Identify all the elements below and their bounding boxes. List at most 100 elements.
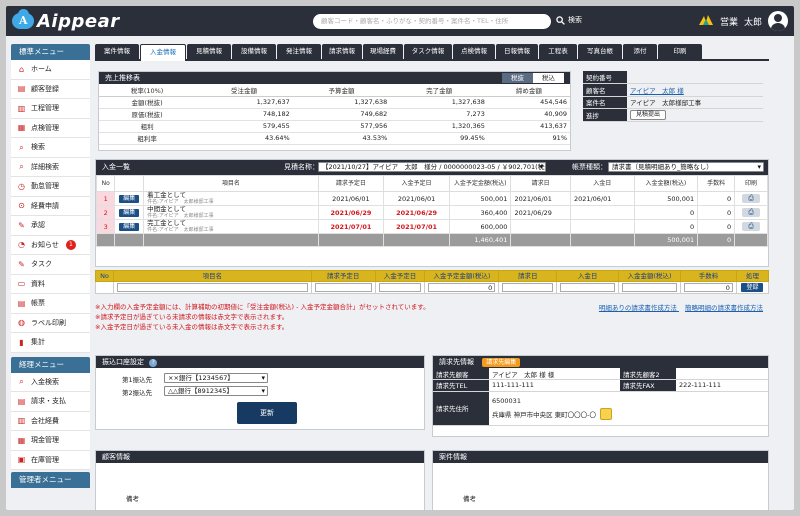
contract-label: 契約番号 [583, 71, 627, 84]
bill-plan-date-input[interactable] [314, 283, 372, 292]
map-icon[interactable] [599, 407, 612, 420]
sidebar-item[interactable]: ✎ 承認 [11, 216, 90, 236]
contract-label: 進捗 [583, 108, 627, 122]
tax-excluded-button[interactable]: 税抜 [502, 73, 533, 83]
bill-date-input[interactable] [502, 283, 554, 292]
tab-12[interactable]: 添付 [623, 44, 657, 59]
search-input[interactable]: 顧客コード・顧客名・ふりがな・契約番号・案件名・TEL・住所 [313, 14, 551, 29]
tab-0[interactable]: 案件情報 [95, 44, 139, 59]
pay-amount-input[interactable] [622, 283, 678, 292]
plan-amount: 600,000 [448, 219, 512, 234]
sidebar-item-label: 勤怠管理 [31, 182, 59, 191]
logo-cloud-icon: A [12, 9, 34, 29]
sidebar-item-label: 承認 [31, 221, 45, 230]
sales-value: 1,327,637 [195, 96, 293, 109]
sidebar-item[interactable]: ▥ 工程管理 [11, 99, 90, 119]
accounting-item[interactable]: ▤ 請求・支払 [11, 392, 90, 412]
customer-link[interactable]: アイピア 太郎 様 [630, 87, 684, 95]
sidebar-item[interactable]: ▤ 顧客登録 [11, 80, 90, 99]
pay-amount: 500,001 [633, 191, 699, 206]
new-row-header-cell: 手数料 [680, 270, 737, 282]
fee-input[interactable]: 0 [684, 283, 733, 292]
sales-value: 413,637 [487, 120, 570, 133]
tab-9[interactable]: 日報情報 [496, 44, 538, 59]
estimate-select[interactable]: 【2021/10/27】アイピア 太郎 様分 / 0000000023-05 /… [318, 162, 546, 172]
new-pay-amount-cell [618, 281, 682, 294]
billing-address: 兵庫県 神戸市中央区 東町〇〇〇-〇 [492, 410, 596, 419]
print-icon[interactable]: ⎙ [742, 194, 761, 203]
tab-6[interactable]: 現場経費 [363, 44, 403, 59]
sidebar-item[interactable]: ⌕ 検索 [11, 138, 90, 158]
accounting-item[interactable]: ⌕ 入金検索 [11, 373, 90, 392]
register-button[interactable]: 登録 [741, 283, 764, 292]
sidebar-item[interactable]: ⊙ 経費申請 [11, 197, 90, 216]
tab-5[interactable]: 請求情報 [322, 44, 362, 59]
app-logo[interactable]: A Aippear [12, 9, 120, 32]
accounting-item[interactable]: ▦ 現金管理 [11, 431, 90, 451]
tab-1[interactable]: 入金情報 [140, 44, 186, 61]
plan-amount-input[interactable]: 0 [428, 283, 496, 292]
billing-edit-button[interactable]: 請求先編集 [482, 358, 521, 367]
task-icon: ✎ [18, 259, 25, 269]
sidebar-item[interactable]: ▦ 点検管理 [11, 119, 90, 138]
form-type-select[interactable]: 請求書（見積明細あり_簡略なし） [608, 162, 764, 172]
sidebar-item[interactable]: ✎ タスク [11, 255, 90, 275]
total-empty-cell [95, 233, 116, 247]
sidebar-item-label: 検索 [31, 143, 45, 152]
billing-address-cell: 6500031 兵庫県 神戸市中央区 東町〇〇〇-〇 [489, 391, 768, 426]
sidebar-item[interactable]: ◔ お知らせ 1 [11, 236, 90, 255]
sidebar-item[interactable]: ▭ 資料 [11, 275, 90, 294]
sidebar-item[interactable]: ◷ 勤怠管理 [11, 177, 90, 197]
tab-11[interactable]: 写真台帳 [578, 44, 622, 59]
tax-toggle[interactable]: 税抜 税込 [502, 73, 564, 83]
admin-menu-title[interactable]: 管理者メニュー [11, 472, 90, 488]
search-button[interactable]: 検索 [556, 15, 582, 25]
tab-8[interactable]: 点検情報 [453, 44, 495, 59]
simple-invoice-link[interactable]: 簡略明細の請求書作成方法 [685, 304, 763, 312]
sidebar-item[interactable]: ◍ ラベル印刷 [11, 314, 90, 333]
avatar[interactable] [768, 11, 788, 31]
tab-7[interactable]: タスク情報 [404, 44, 452, 59]
payment-header-cell: 入金日 [569, 175, 635, 192]
pay-date-input[interactable] [560, 283, 616, 292]
update-button[interactable]: 更新 [237, 402, 297, 424]
tab-3[interactable]: 設備情報 [232, 44, 276, 59]
sidebar-item[interactable]: ⌕ 詳細検索 [11, 158, 90, 177]
accounting-item[interactable]: ▣ 在庫管理 [11, 451, 90, 470]
edit-button[interactable]: 編集 [119, 209, 140, 217]
user-name[interactable]: 太郎 [744, 15, 762, 28]
pay-plan-date-input[interactable] [378, 283, 422, 292]
edit-button[interactable]: 編集 [119, 195, 140, 203]
sidebar-item[interactable]: ▤ 帳票 [11, 294, 90, 314]
bank2-select[interactable]: △△銀行【8912345】 [164, 386, 268, 396]
sidebar-item[interactable]: ⌂ ホーム [11, 60, 90, 80]
accounting-item[interactable]: ▥ 会社経費 [11, 412, 90, 431]
detail-invoice-link[interactable]: 明細ありの請求書作成方法 [599, 304, 677, 312]
payment-header-cell [114, 175, 145, 192]
item-name-input[interactable] [116, 283, 308, 292]
help-icon[interactable]: ? [149, 359, 158, 367]
sales-row-label: 原価(税抜) [99, 108, 196, 121]
project-note-label: 備考 [463, 495, 476, 503]
new-row-header-cell: 項目名 [112, 270, 312, 282]
tab-10[interactable]: 工程表 [539, 44, 577, 59]
tax-included-button[interactable]: 税込 [533, 73, 564, 83]
bank1-select[interactable]: ××銀行【1234567】 [164, 373, 268, 383]
billing-tel-label: 請求先TEL [433, 379, 489, 392]
progress-status-button[interactable]: 見積提出 [630, 109, 667, 120]
sidebar-item[interactable]: ▮ 集計 [11, 333, 90, 353]
sales-row-label: 粗利率 [99, 132, 196, 145]
billing-title: 請求先情報 請求先編集 [433, 356, 768, 368]
print-icon[interactable]: ⎙ [742, 222, 761, 231]
sales-value: 579,455 [195, 120, 293, 133]
payment-header-cell: No [95, 175, 116, 192]
tab-4[interactable]: 発注情報 [277, 44, 321, 59]
tab-13[interactable]: 印刷 [658, 44, 702, 59]
sales-header-cell: 税率(10%) [99, 84, 196, 97]
project-info-title: 案件情報 [433, 451, 768, 463]
accounting-item-label: 請求・支払 [31, 397, 66, 406]
edit-button[interactable]: 編集 [119, 223, 140, 231]
print-icon[interactable]: ⎙ [742, 208, 761, 217]
tab-2[interactable]: 見積情報 [187, 44, 231, 59]
sidebar-item-label: 経費申請 [31, 201, 59, 210]
